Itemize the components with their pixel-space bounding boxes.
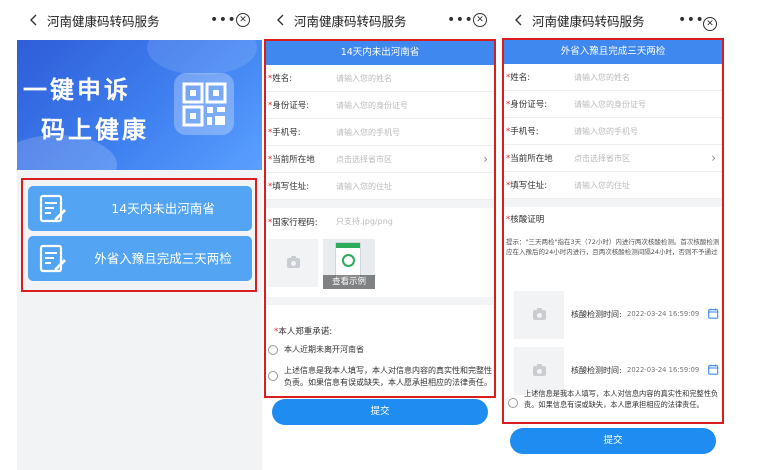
page-title: 河南健康码转码服务 <box>294 13 407 29</box>
promise-radio[interactable] <box>268 345 278 355</box>
phone-input[interactable]: 请输入您的手机号 <box>574 126 638 137</box>
banner-slogan-line2: 码上健康 <box>41 116 149 144</box>
chevron-right-icon: › <box>483 152 488 166</box>
section-divider <box>266 297 494 305</box>
id-number-input[interactable]: 请输入您的身份证号 <box>574 99 646 110</box>
field-label: *姓名: <box>506 73 531 83</box>
location-select[interactable]: 点击选择省市区 <box>336 154 392 165</box>
chevron-right-icon: › <box>711 151 716 165</box>
promise-option-2[interactable]: 上述信息是我本人填写，本人对信息内容的真实性和完整性负责。如果信息有误或缺失，本… <box>268 365 494 389</box>
name-input[interactable]: 请输入您的姓名 <box>574 72 630 83</box>
more-icon[interactable]: ••• <box>678 13 704 27</box>
address-input[interactable]: 请输入您的住址 <box>574 180 630 191</box>
banner-slogan-line1: 一键申诉 <box>23 76 131 104</box>
promise-title: *本人郑重承诺: <box>274 327 333 337</box>
camera-icon <box>286 256 300 268</box>
field-label: *填写住址: <box>268 182 310 192</box>
form-header: 外省入豫且完成三天两检 <box>504 40 722 64</box>
page-title: 河南健康码转码服务 <box>47 13 160 29</box>
top-bar: 河南健康码转码服务 ••• ✕ <box>502 0 742 40</box>
upload-image-button[interactable] <box>514 291 564 339</box>
nucleic-proof-title: *核酸证明 <box>506 215 545 225</box>
submit-button[interactable]: 提交 <box>510 428 716 454</box>
test-time-value[interactable]: 2022-03-24 16:59:09 <box>627 310 699 318</box>
field-label: *手机号: <box>268 128 301 138</box>
name-input[interactable]: 请输入您的姓名 <box>336 73 392 84</box>
travel-code-upload-area: 查看示例 <box>266 235 494 297</box>
application-form-highlight: 14天内未出河南省 *姓名: 请输入您的姓名 *身份证号: 请输入您的身份证号 … <box>264 39 496 398</box>
more-icon[interactable]: ••• <box>210 13 236 27</box>
option-not-left-henan-button[interactable]: 14天内未出河南省 <box>28 186 252 231</box>
nucleic-proof-section: *核酸证明 提示："三天两检"指在3天（72小时）内进行两次核酸检测。首次核酸检… <box>504 207 722 417</box>
field-label: *当前所在地 <box>506 154 553 164</box>
nucleic-test-1: 核酸检测时间: 2022-03-24 16:59:09 <box>504 291 722 341</box>
phone-field[interactable]: *手机号: 请输入您的手机号 <box>504 118 722 145</box>
close-icon[interactable]: ✕ <box>703 17 717 31</box>
form-out-of-province-screen: 河南健康码转码服务 ••• ✕ 外省入豫且完成三天两检 *姓名: 请输入您的姓名… <box>502 0 742 470</box>
sample-image[interactable]: 查看示例 <box>323 239 375 289</box>
calendar-icon[interactable] <box>708 308 719 319</box>
camera-icon <box>532 364 546 376</box>
top-bar: 河南健康码转码服务 ••• ✕ <box>17 0 262 40</box>
camera-icon <box>532 308 546 320</box>
field-label: *身份证号: <box>506 100 548 110</box>
back-arrow-icon[interactable] <box>270 9 292 31</box>
form-edit-icon <box>38 194 68 224</box>
field-label: *填写住址: <box>506 181 548 191</box>
view-sample-label: 查看示例 <box>323 275 375 289</box>
top-bar: 河南健康码转码服务 ••• ✕ <box>264 0 500 40</box>
travel-code-field: *国家行程码: 只支持.jpg/png <box>266 208 494 235</box>
close-icon[interactable]: ✕ <box>236 13 250 27</box>
location-field[interactable]: *当前所在地 点击选择省市区 › <box>504 145 722 172</box>
field-label: *手机号: <box>506 127 539 137</box>
name-field[interactable]: *姓名: 请输入您的姓名 <box>504 64 722 91</box>
section-divider <box>504 199 722 207</box>
qr-code-icon <box>174 73 234 135</box>
name-field[interactable]: *姓名: 请输入您的姓名 <box>266 65 494 92</box>
location-field[interactable]: *当前所在地 点击选择省市区 › <box>266 146 494 173</box>
promise-option-1[interactable]: 本人近期未离开河南省 <box>268 345 494 355</box>
form-header: 14天内未出河南省 <box>266 41 494 65</box>
close-icon[interactable]: ✕ <box>473 13 487 27</box>
address-field[interactable]: *填写住址: 请输入您的住址 <box>266 173 494 200</box>
form-edit-icon <box>38 244 68 274</box>
promise-radio[interactable] <box>268 371 278 381</box>
phone-field[interactable]: *手机号: 请输入您的手机号 <box>266 119 494 146</box>
test-time-value[interactable]: 2022-03-24 16:59:09 <box>627 366 699 374</box>
three-day-two-test-hint: 提示："三天两检"指在3天（72小时）内进行两次核酸检测。首次核酸检测应在入豫后… <box>506 238 720 256</box>
page-title: 河南健康码转码服务 <box>532 13 645 29</box>
option-out-of-province-button[interactable]: 外省入豫且完成三天两检 <box>28 236 252 281</box>
upload-image-button[interactable] <box>268 239 318 287</box>
phone-input[interactable]: 请输入您的手机号 <box>336 127 400 138</box>
field-label: *身份证号: <box>268 101 310 111</box>
option-label: 14天内未出河南省 <box>111 201 215 216</box>
back-arrow-icon[interactable] <box>508 9 530 31</box>
id-number-input[interactable]: 请输入您的身份证号 <box>336 100 408 111</box>
id-number-field[interactable]: *身份证号: 请输入您的身份证号 <box>266 92 494 119</box>
back-arrow-icon[interactable] <box>23 9 45 31</box>
id-number-field[interactable]: *身份证号: 请输入您的身份证号 <box>504 91 722 118</box>
field-label: *国家行程码: <box>268 217 318 228</box>
address-input[interactable]: 请输入您的住址 <box>336 181 392 192</box>
section-divider <box>266 200 494 208</box>
test-time-label: 核酸检测时间: <box>571 366 622 375</box>
application-form-highlight: 外省入豫且完成三天两检 *姓名: 请输入您的姓名 *身份证号: 请输入您的身份证… <box>502 38 724 424</box>
test-time-label: 核酸检测时间: <box>571 310 622 319</box>
banner: 一键申诉 码上健康 <box>17 40 262 170</box>
more-icon[interactable]: ••• <box>447 13 473 27</box>
upload-format-hint: 只支持.jpg/png <box>336 217 393 226</box>
location-select[interactable]: 点击选择省市区 <box>574 153 630 164</box>
form-not-left-henan-screen: 河南健康码转码服务 ••• ✕ 14天内未出河南省 *姓名: 请输入您的姓名 *… <box>264 0 500 470</box>
declaration-radio[interactable] <box>508 398 518 408</box>
banner-decoration <box>147 40 257 75</box>
option-list-highlight: 14天内未出河南省 外省入豫且完成三天两检 <box>21 178 257 292</box>
field-label: *姓名: <box>268 74 293 84</box>
field-label: *当前所在地 <box>268 155 315 165</box>
calendar-icon[interactable] <box>708 364 719 375</box>
home-screen: 河南健康码转码服务 ••• ✕ 一键申诉 码上健康 14天内未出河南省 外省入豫… <box>17 0 262 470</box>
submit-button[interactable]: 提交 <box>272 399 488 425</box>
address-field[interactable]: *填写住址: 请输入您的住址 <box>504 172 722 199</box>
option-label: 外省入豫且完成三天两检 <box>94 251 232 266</box>
declaration-option[interactable]: 上述信息是我本人填写，本人对信息内容的真实性和完整性负责。如果信息有误或缺失，本… <box>508 388 720 410</box>
